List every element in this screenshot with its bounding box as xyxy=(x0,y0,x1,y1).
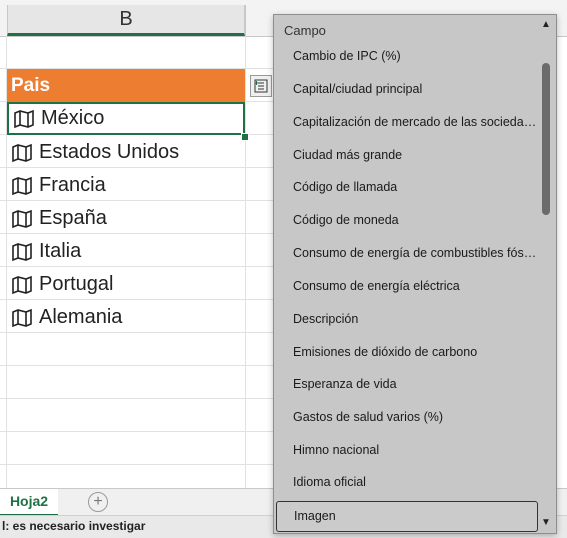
field-item[interactable]: Consumo de energía de combustibles fósil… xyxy=(276,238,538,269)
map-icon xyxy=(12,308,32,327)
map-icon xyxy=(12,209,32,228)
field-item[interactable]: Idioma oficial xyxy=(276,467,538,498)
field-picker-dropdown[interactable]: Campo Cambio de IPC (%) Capital/ciudad p… xyxy=(273,14,557,534)
column-b-header[interactable]: B xyxy=(7,5,245,36)
scroll-up-arrow-icon[interactable]: ▲ xyxy=(540,19,552,31)
table-row[interactable]: Francia xyxy=(7,169,245,202)
field-item[interactable]: Cambio de IPC (%) xyxy=(276,41,538,72)
field-item[interactable]: Código de moneda xyxy=(276,205,538,236)
map-icon xyxy=(12,242,32,261)
map-icon xyxy=(12,275,32,294)
field-item[interactable]: Emisiones de dióxido de carbono xyxy=(276,337,538,368)
dropdown-title: Campo xyxy=(284,23,326,38)
map-icon xyxy=(12,176,32,195)
table-row[interactable]: Alemania xyxy=(7,301,245,334)
insert-data-button[interactable] xyxy=(250,75,272,97)
country-name: España xyxy=(39,207,107,229)
table-row[interactable]: Estados Unidos xyxy=(7,136,245,169)
field-item[interactable]: Esperanza de vida xyxy=(276,369,538,400)
table-row[interactable]: Portugal xyxy=(7,268,245,301)
field-item[interactable]: Ciudad más grande xyxy=(276,140,538,171)
add-column-icon xyxy=(254,79,268,93)
field-item-selected[interactable]: Imagen xyxy=(276,501,538,532)
field-item[interactable]: Capitalización de mercado de las socieda… xyxy=(276,107,538,138)
table-row[interactable]: México xyxy=(7,102,245,135)
map-icon xyxy=(14,109,34,128)
field-item[interactable]: Capital/ciudad principal xyxy=(276,74,538,105)
scroll-down-arrow-icon[interactable]: ▼ xyxy=(540,517,552,529)
map-icon xyxy=(12,143,32,162)
country-name: México xyxy=(41,107,105,129)
field-item[interactable]: Código de llamada xyxy=(276,172,538,203)
country-name: Portugal xyxy=(39,273,114,295)
country-name: Italia xyxy=(39,240,82,262)
sheet-tab-hoja2[interactable]: Hoja2 xyxy=(0,489,58,517)
scroll-thumb[interactable] xyxy=(542,63,550,215)
add-sheet-button[interactable]: + xyxy=(88,492,108,512)
field-item[interactable]: Gastos de salud varios (%) xyxy=(276,402,538,433)
field-item[interactable]: Descripción xyxy=(276,304,538,335)
table-header-pais[interactable]: Pais xyxy=(7,69,245,102)
country-name: Alemania xyxy=(39,306,123,328)
dropdown-scrollbar[interactable]: ▲ ▼ xyxy=(538,17,554,531)
field-item[interactable]: Consumo de energía eléctrica xyxy=(276,271,538,302)
country-name: Estados Unidos xyxy=(39,141,180,163)
country-name: Francia xyxy=(39,174,106,196)
table-row[interactable]: Italia xyxy=(7,235,245,268)
table-row[interactable]: España xyxy=(7,202,245,235)
field-item[interactable]: Himno nacional xyxy=(276,435,538,466)
